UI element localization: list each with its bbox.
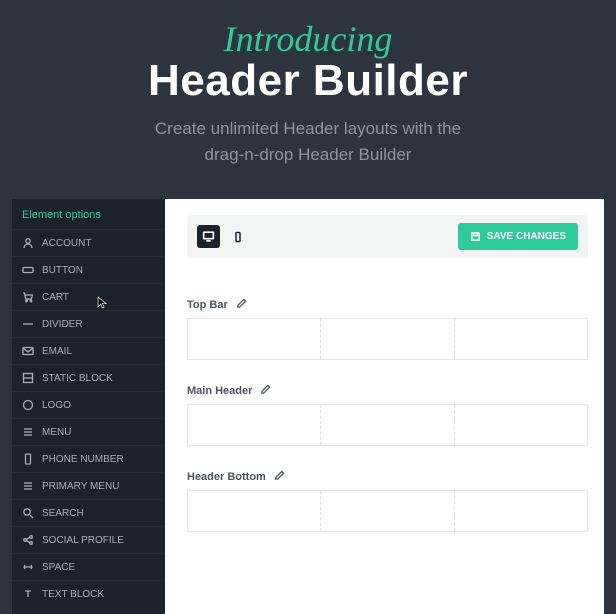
sidebar-item-space[interactable]: SPACE (12, 553, 165, 580)
edit-icon[interactable] (274, 470, 285, 484)
sidebar-item-search[interactable]: SEARCH (12, 499, 165, 526)
section-label-text: Top Bar (187, 299, 228, 311)
subtitle-line: drag-n-drop Header Builder (205, 145, 412, 164)
drop-cell[interactable] (321, 319, 454, 359)
drop-cell[interactable] (455, 405, 587, 445)
canvas-toolbar: SAVE CHANGES (187, 215, 588, 258)
sidebar-item-email[interactable]: EMAIL (12, 337, 165, 364)
element-options-sidebar: Element options ACCOUNT BUTTON CART DIVI… (12, 199, 165, 614)
sidebar-item-label: PHONE NUMBER (42, 454, 124, 465)
sidebar-item-label: LOGO (42, 400, 71, 411)
sidebar-item-button[interactable]: BUTTON (12, 256, 165, 283)
cart-icon (22, 291, 34, 303)
section-top-bar: Top Bar (187, 298, 588, 360)
sidebar-item-label: BUTTON (42, 265, 83, 276)
sidebar-item-label: TEXT BLOCK (42, 589, 104, 600)
sidebar-item-phone-number[interactable]: PHONE NUMBER (12, 445, 165, 472)
section-label: Header Bottom (187, 470, 588, 484)
intro-text: Introducing (0, 18, 616, 60)
section-header-bottom: Header Bottom (187, 470, 588, 532)
drop-cell[interactable] (321, 491, 454, 531)
page-subtitle: Create unlimited Header layouts with the… (0, 116, 616, 169)
logo-icon (22, 399, 34, 411)
sidebar-item-social-profile[interactable]: SOCIAL PROFILE (12, 526, 165, 553)
drop-cell[interactable] (321, 405, 454, 445)
header-builder-panel: Element options ACCOUNT BUTTON CART DIVI… (12, 199, 604, 614)
drop-row[interactable] (187, 404, 588, 446)
drop-cell[interactable] (455, 491, 587, 531)
drop-row[interactable] (187, 318, 588, 360)
drop-cell[interactable] (455, 319, 587, 359)
mobile-view-button[interactable] (226, 225, 249, 248)
menu-icon (22, 480, 34, 492)
subtitle-line: Create unlimited Header layouts with the (155, 119, 461, 138)
sidebar-item-label: SOCIAL PROFILE (42, 535, 124, 546)
desktop-view-button[interactable] (197, 225, 220, 248)
mail-icon (22, 345, 34, 357)
sidebar-item-label: PRIMARY MENU (42, 481, 119, 492)
sidebar-item-static-block[interactable]: STATIC BLOCK (12, 364, 165, 391)
sidebar-item-menu[interactable]: MENU (12, 418, 165, 445)
save-changes-button[interactable]: SAVE CHANGES (458, 223, 578, 250)
builder-canvas: SAVE CHANGES Top Bar Main Header (165, 199, 604, 614)
sidebar-item-cart[interactable]: CART (12, 283, 165, 310)
sidebar-item-logo[interactable]: LOGO (12, 391, 165, 418)
section-label-text: Header Bottom (187, 471, 266, 483)
sidebar-item-label: EMAIL (42, 346, 72, 357)
block-icon (22, 372, 34, 384)
phone-icon (22, 453, 34, 465)
section-label: Top Bar (187, 298, 588, 312)
sidebar-item-label: SEARCH (42, 508, 84, 519)
sidebar-item-divider[interactable]: DIVIDER (12, 310, 165, 337)
text-icon (22, 588, 34, 600)
search-icon (22, 507, 34, 519)
sidebar-heading: Element options (12, 199, 165, 229)
drop-row[interactable] (187, 490, 588, 532)
edit-icon[interactable] (236, 298, 247, 312)
sidebar-item-primary-menu[interactable]: PRIMARY MENU (12, 472, 165, 499)
sidebar-item-account[interactable]: ACCOUNT (12, 229, 165, 256)
drop-cell[interactable] (188, 491, 321, 531)
drop-cell[interactable] (188, 319, 321, 359)
save-button-label: SAVE CHANGES (487, 231, 566, 242)
sidebar-item-label: CART (42, 292, 69, 303)
space-icon (22, 561, 34, 573)
hero-section: Introducing Header Builder Create unlimi… (0, 0, 616, 169)
drop-cell[interactable] (188, 405, 321, 445)
sidebar-item-label: ACCOUNT (42, 238, 91, 249)
sidebar-item-label: SPACE (42, 562, 75, 573)
user-icon (22, 237, 34, 249)
sidebar-item-label: STATIC BLOCK (42, 373, 113, 384)
page-title: Header Builder (0, 56, 616, 106)
share-icon (22, 534, 34, 546)
sidebar-item-label: DIVIDER (42, 319, 83, 330)
sidebar-item-label: MENU (42, 427, 71, 438)
sidebar-item-text-block[interactable]: TEXT BLOCK (12, 580, 165, 607)
button-icon (22, 264, 34, 276)
menu-icon (22, 426, 34, 438)
divider-icon (22, 318, 34, 330)
section-main-header: Main Header (187, 384, 588, 446)
section-label: Main Header (187, 384, 588, 398)
cursor-icon (97, 296, 110, 309)
section-label-text: Main Header (187, 385, 252, 397)
edit-icon[interactable] (260, 384, 271, 398)
